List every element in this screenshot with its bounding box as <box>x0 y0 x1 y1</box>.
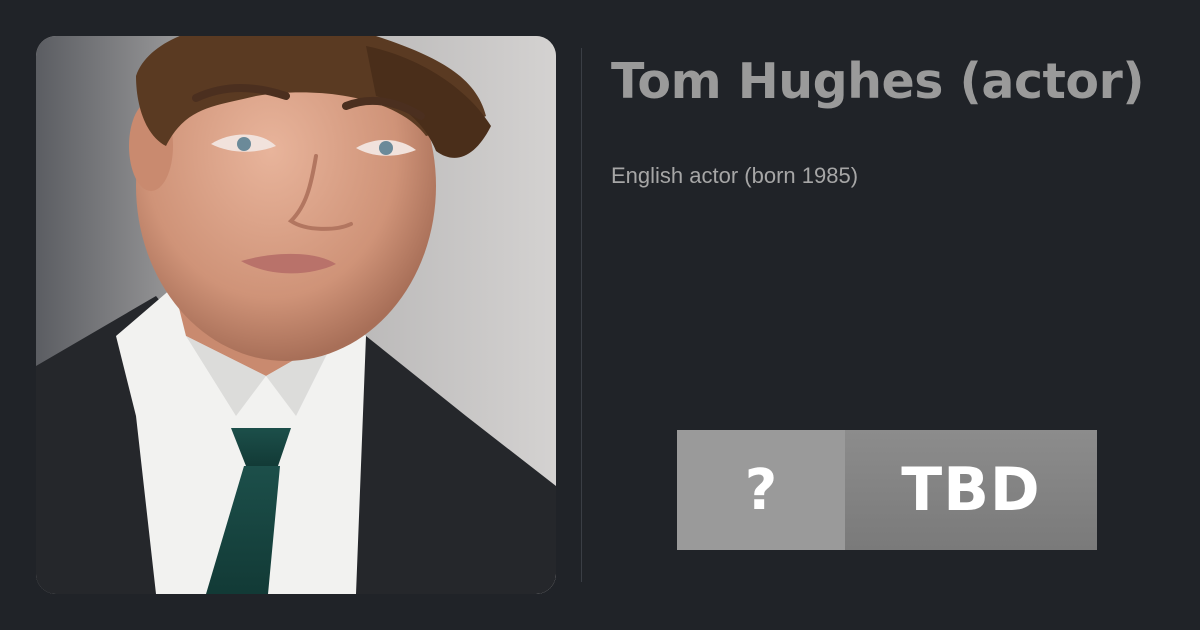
rating-badge: ? TBD <box>677 430 1097 550</box>
subtitle-description: English actor (born 1985) <box>611 163 859 188</box>
portrait-illustration <box>36 36 556 594</box>
status-box: TBD <box>845 430 1097 550</box>
portrait-photo <box>36 36 556 594</box>
page-title: Tom Hughes (actor) <box>611 53 1145 110</box>
vertical-divider <box>581 48 582 582</box>
profile-card: Tom Hughes (actor) English actor (born 1… <box>0 0 1200 630</box>
score-box: ? <box>677 430 845 550</box>
